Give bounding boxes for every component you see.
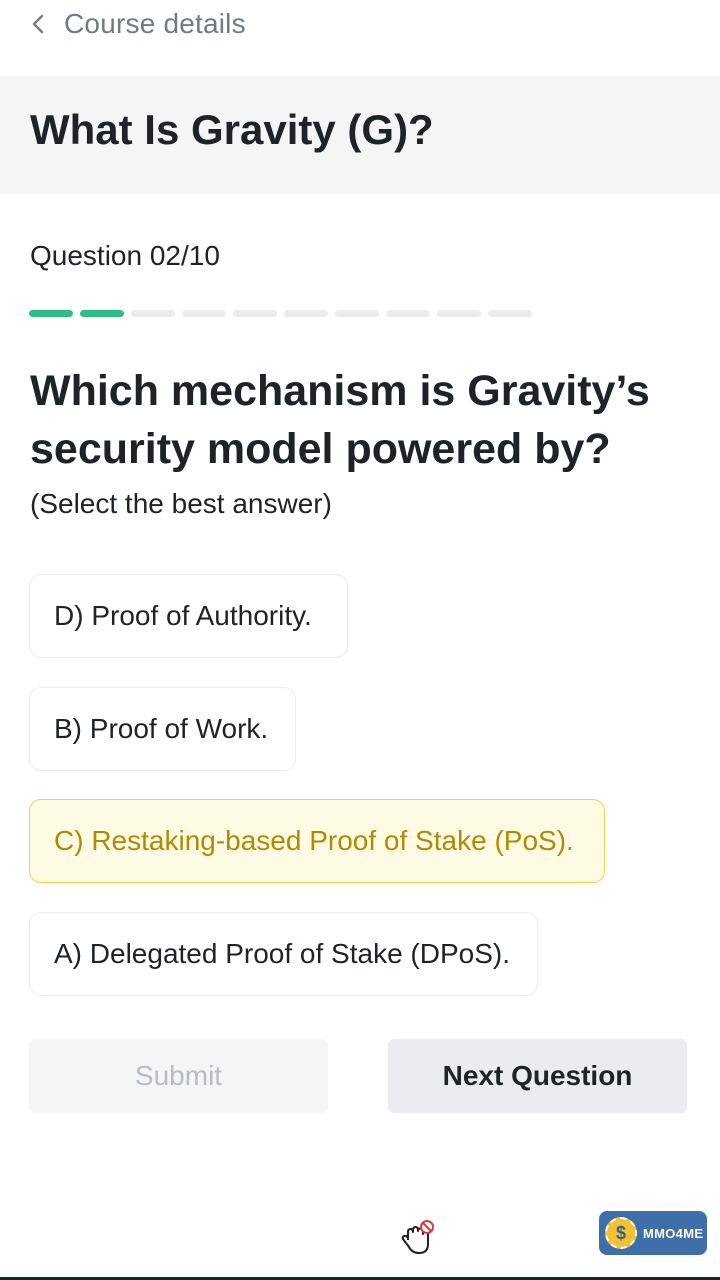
quiz-screen: Course details What Is Gravity (G)? Ques… [0, 0, 720, 1280]
back-label: Course details [64, 8, 246, 39]
submit-button[interactable]: Submit [29, 1039, 328, 1113]
answer-option-label: B) Proof of Work. [54, 713, 269, 744]
answer-option[interactable]: C) Restaking-based Proof of Stake (PoS). [29, 799, 605, 883]
answer-option-label: A) Delegated Proof of Stake (DPoS). [54, 938, 510, 969]
question-counter: Question 02/10 [30, 240, 220, 271]
chevron-left-icon [32, 14, 44, 34]
progress-segment [386, 310, 430, 317]
progress-segment [233, 310, 277, 317]
answer-option[interactable]: B) Proof of Work. [29, 687, 296, 771]
progress-segment [131, 310, 175, 317]
hand-cursor-icon [401, 1220, 434, 1254]
answer-option[interactable]: D) Proof of Authority. [29, 574, 348, 658]
answer-option[interactable]: A) Delegated Proof of Stake (DPoS). [29, 912, 538, 996]
progress-segment [284, 310, 328, 317]
watermark-name: MMO4ME [643, 1225, 704, 1241]
progress-bar [29, 310, 532, 317]
top-bar: Course details [0, 0, 720, 48]
answer-option-label: C) Restaking-based Proof of Stake (PoS). [54, 825, 574, 856]
next-question-button[interactable]: Next Question [388, 1039, 687, 1113]
progress-segment [182, 310, 226, 317]
progress-segment [80, 310, 124, 317]
dollar-coin-icon: $ [605, 1217, 637, 1249]
question-text: Which mechanism is Gravity’s security mo… [30, 367, 650, 473]
progress-segment [488, 310, 532, 317]
progress-segment [335, 310, 379, 317]
answer-hint: (Select the best answer) [30, 488, 332, 519]
progress-segment [437, 310, 481, 317]
page-title: What Is Gravity (G)? [30, 106, 434, 153]
progress-segment [29, 310, 73, 317]
watermark-badge: $ MMO4ME [599, 1211, 707, 1255]
back-button[interactable]: Course details [28, 4, 268, 44]
answer-option-label: D) Proof of Authority. [54, 600, 312, 631]
